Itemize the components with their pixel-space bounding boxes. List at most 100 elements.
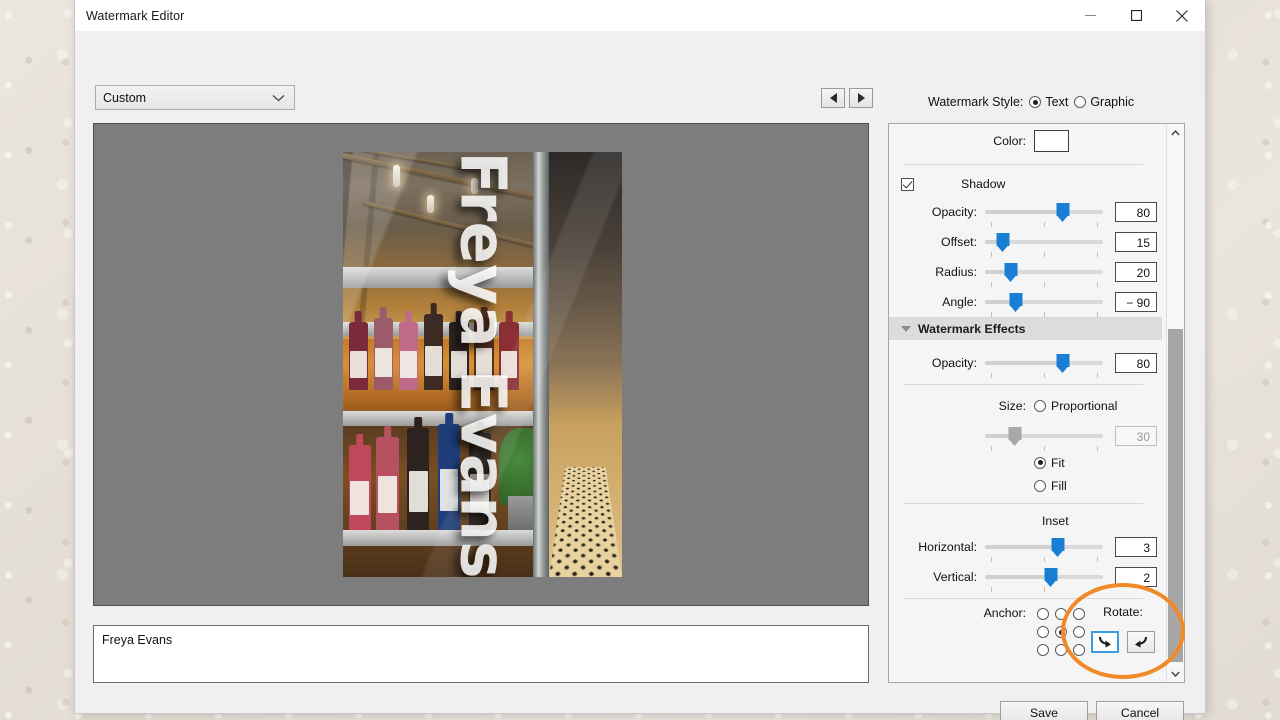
window-controls [1067,0,1205,31]
divider [903,384,1143,385]
shadow-offset-value[interactable]: 15 [1115,232,1157,252]
effects-opacity-label: Opacity: [931,356,977,370]
cancel-button[interactable]: Cancel [1096,701,1184,720]
fill-row[interactable]: Fill [889,474,1157,497]
rotate-label: Rotate: [1103,605,1143,619]
previous-image-button[interactable] [821,88,845,108]
watermark-style-label: Watermark Style: [928,95,1024,109]
shadow-offset-label: Offset: [941,235,977,249]
size-label: Size: [998,399,1026,413]
radio-proportional-indicator[interactable] [1034,400,1046,412]
shadow-offset-slider[interactable] [985,227,1103,257]
triangle-left-icon [829,93,837,103]
scrollbar-thumb[interactable] [1168,329,1183,662]
rotate-buttons [1083,631,1163,653]
photo-corridor [549,152,622,577]
caret-down-icon [901,325,911,332]
anchor-row: Anchor: Rotate: [889,605,1157,659]
inset-horizontal-value[interactable]: 3 [1115,537,1157,557]
scroll-up-icon[interactable] [1167,124,1184,141]
watermark-preview-text: Freya Evans [446,152,519,577]
proportional-slider-row: 30 [889,421,1157,451]
shadow-radius-value[interactable]: 20 [1115,262,1157,282]
inset-vertical-slider[interactable] [985,562,1103,592]
shadow-opacity-slider[interactable] [985,197,1103,227]
effects-opacity-value[interactable]: 80 [1115,353,1157,373]
watermark-text-input[interactable]: Freya Evans [93,625,869,683]
preview-photo: Freya Evans [343,152,622,577]
anchor-cell-7[interactable] [1052,641,1070,659]
preset-dropdown[interactable]: Custom [95,85,295,110]
preset-value: Custom [103,90,147,105]
inset-vertical-row: Vertical: 2 [889,562,1157,592]
anchor-cell-6[interactable] [1034,641,1052,659]
window-title: Watermark Editor [86,8,185,23]
color-swatch[interactable] [1034,130,1069,152]
effects-opacity-slider[interactable] [985,348,1103,378]
color-label: Color: [993,134,1026,148]
inset-title-row: Inset [889,510,1157,532]
photo-bottle [348,445,371,531]
radio-fill-indicator[interactable] [1034,479,1046,492]
close-icon[interactable] [1159,0,1205,31]
preview-navigation [821,88,873,108]
radio-graphic-label: Graphic [1090,95,1135,109]
anchor-cell-4[interactable] [1052,623,1070,641]
anchor-cell-0[interactable] [1034,605,1052,623]
shadow-angle-label: Angle: [942,295,977,309]
photo-bottle [407,428,430,531]
save-button[interactable]: Save [1000,701,1088,720]
rotate-counterclockwise-icon[interactable] [1127,631,1155,653]
radio-fill-label: Fill [1051,478,1067,493]
watermark-style-group: Watermark Style: Text Graphic [928,95,1134,109]
settings-panel: Color: Shadow Opacity: 80 Offset: 15 Rad… [888,123,1185,683]
maximize-icon[interactable] [1113,0,1159,31]
shadow-radius-slider[interactable] [985,257,1103,287]
fit-row[interactable]: Fit [889,451,1157,474]
shadow-opacity-value[interactable]: 80 [1115,202,1157,222]
effects-opacity-row: Opacity: 80 [889,348,1157,378]
photo-bottle [376,436,399,531]
anchor-cell-3[interactable] [1034,623,1052,641]
color-row: Color: [889,124,1157,158]
radio-text-label: Text [1045,95,1069,109]
panel-scrollbar[interactable] [1166,124,1184,682]
radio-text[interactable]: Text [1029,95,1068,109]
shadow-radius-row: Radius: 20 [889,257,1157,287]
radio-fit-indicator[interactable] [1034,456,1046,469]
radio-text-indicator [1029,96,1042,108]
radio-fit-label: Fit [1051,455,1065,470]
next-image-button[interactable] [849,88,873,108]
divider [903,598,1143,599]
scroll-down-icon[interactable] [1167,665,1184,682]
shadow-checkbox[interactable] [901,177,914,191]
watermark-editor-window: Watermark Editor Custom Watermark Style:… [75,0,1205,720]
photo-steel-post [532,152,550,577]
size-row: Size: Proportional [889,391,1157,421]
radio-graphic-indicator [1074,96,1087,108]
divider [903,164,1143,165]
shadow-angle-slider[interactable] [985,287,1103,317]
shadow-label: Shadow [961,177,1006,191]
rotate-clockwise-icon[interactable] [1091,631,1119,653]
radio-graphic[interactable]: Graphic [1074,95,1134,109]
divider [903,503,1143,504]
minimize-icon[interactable] [1067,0,1113,31]
proportional-value: 30 [1115,426,1157,446]
watermark-effects-header[interactable]: Watermark Effects [889,317,1162,340]
inset-title: Inset [1042,514,1069,528]
anchor-cell-1[interactable] [1052,605,1070,623]
shadow-angle-row: Angle: − 90 [889,287,1157,317]
shadow-radius-label: Radius: [935,265,977,279]
shadow-angle-value[interactable]: − 90 [1115,292,1157,312]
inset-horizontal-slider[interactable] [985,532,1103,562]
preview-canvas[interactable]: Freya Evans [93,123,869,606]
proportional-slider [985,421,1103,451]
rotate-block: Rotate: [1083,605,1163,653]
photo-lamp [393,164,401,187]
inset-vertical-value[interactable]: 2 [1115,567,1157,587]
photo-lamp [426,194,434,213]
title-bar: Watermark Editor [75,0,1205,31]
watermark-effects-title: Watermark Effects [918,321,1026,336]
settings-panel-content: Color: Shadow Opacity: 80 Offset: 15 Rad… [889,124,1162,659]
